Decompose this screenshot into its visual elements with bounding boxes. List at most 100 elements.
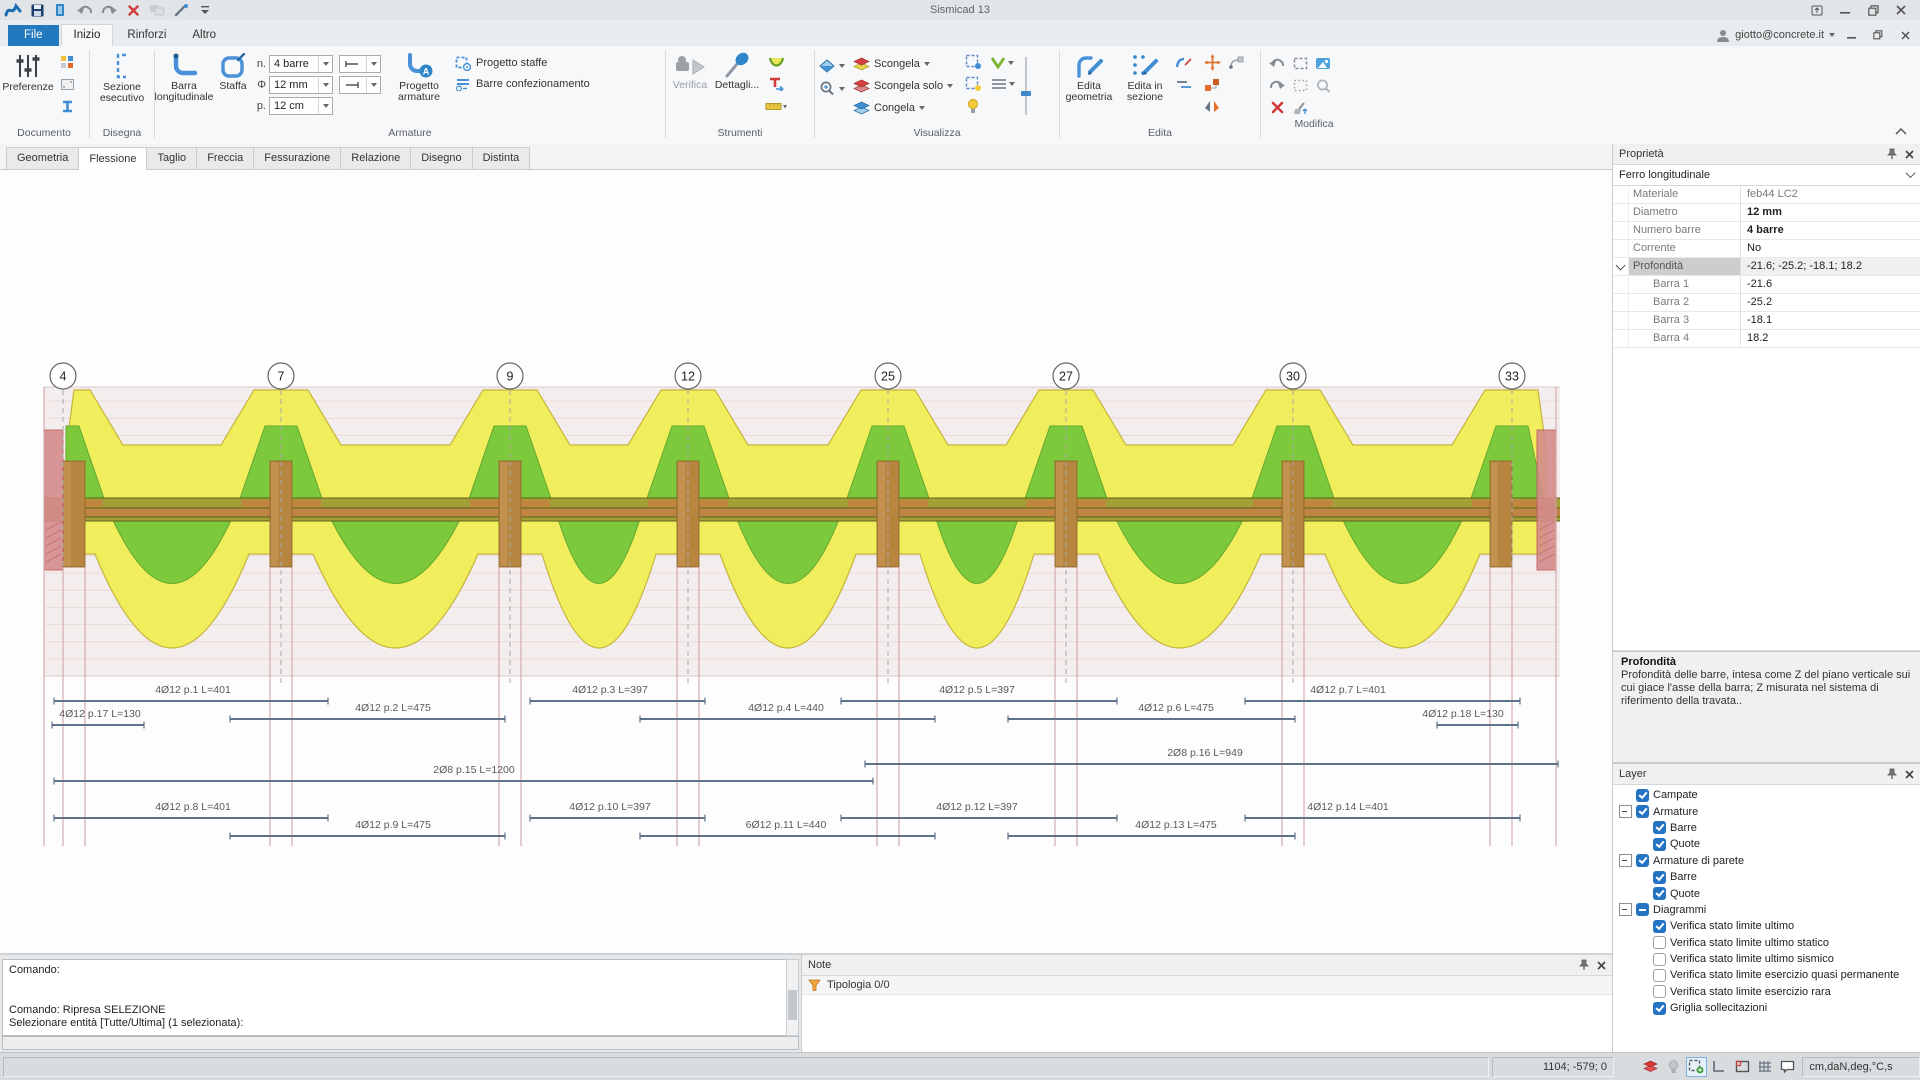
redo-edit-button[interactable]	[1266, 75, 1288, 96]
show-all-button[interactable]	[962, 97, 984, 115]
layer-item[interactable]: Barre	[1613, 820, 1920, 836]
dettagli-button[interactable]: Dettagli...	[713, 49, 761, 91]
layer-item[interactable]: Griglia sollecitazioni	[1613, 1000, 1920, 1016]
shade-mode-button[interactable]	[816, 57, 850, 75]
minimize-button[interactable]	[1832, 2, 1858, 18]
close-icon[interactable]	[1905, 770, 1914, 779]
pin-icon[interactable]	[1579, 959, 1589, 971]
tab-geometria[interactable]: Geometria	[6, 147, 79, 169]
edit-curve-button[interactable]	[1173, 53, 1195, 71]
property-value[interactable]: -25.2	[1741, 294, 1920, 311]
property-row[interactable]: Barra 1-21.6	[1613, 276, 1920, 294]
expand-toggle-icon[interactable]	[1619, 805, 1632, 818]
layer-checkbox[interactable]	[1653, 871, 1666, 884]
palette-button[interactable]	[56, 53, 78, 71]
tab-inizio[interactable]: Inizio	[61, 24, 114, 46]
scongela-button[interactable]: Scongela	[850, 53, 956, 74]
tab-flessione[interactable]: Flessione	[78, 147, 147, 170]
layer-checkbox[interactable]	[1653, 821, 1666, 834]
command-scrollbar[interactable]	[786, 959, 799, 1036]
text-arrow-button[interactable]	[765, 75, 787, 93]
undo-edit-button[interactable]	[1266, 53, 1288, 74]
anchor-start-combo[interactable]	[339, 55, 381, 73]
zoom-window-button[interactable]	[1312, 75, 1334, 96]
qat-more-button[interactable]	[196, 2, 214, 18]
offset-lines-button[interactable]	[1173, 75, 1195, 93]
combo-arrow-icon[interactable]	[366, 77, 380, 93]
ruler-button[interactable]	[765, 97, 787, 115]
property-value[interactable]: -21.6; -25.2; -18.1; 18.2	[1741, 258, 1920, 275]
tab-freccia[interactable]: Freccia	[196, 147, 254, 169]
drawing-canvas[interactable]: 47912252730334Ø12 p.1 L=4014Ø12 p.17 L=1…	[0, 170, 1612, 953]
staffa-button[interactable]: Staffa	[212, 49, 254, 92]
combo-arrow-icon[interactable]	[318, 77, 332, 93]
envelope-visibility-button[interactable]	[988, 53, 1018, 71]
layer-checkbox[interactable]	[1653, 887, 1666, 900]
layer-checkbox[interactable]	[1653, 1002, 1666, 1015]
edita-geometria-button[interactable]: Edita geometria	[1061, 49, 1117, 103]
command-input[interactable]	[2, 1036, 799, 1050]
collapse-chevron-icon[interactable]	[1616, 261, 1626, 271]
combo-arrow-icon[interactable]	[366, 56, 380, 72]
expand-toggle-icon[interactable]	[1619, 854, 1632, 867]
edita-in-sezione-button[interactable]: Edita in sezione	[1117, 49, 1173, 103]
property-row[interactable]: Numero barre4 barre	[1613, 222, 1920, 240]
envelope-check-button[interactable]	[765, 53, 787, 71]
doc-restore-button[interactable]	[1867, 27, 1889, 43]
tab-relazione[interactable]: Relazione	[340, 147, 411, 169]
select-fence-button[interactable]	[1289, 75, 1311, 96]
account-area[interactable]: giotto@concrete.it	[1716, 27, 1920, 46]
entity-type-selector[interactable]: Ferro longitudinale	[1613, 165, 1920, 186]
pin-icon[interactable]	[1887, 148, 1897, 160]
layer-checkbox[interactable]	[1636, 789, 1649, 802]
verifica-button[interactable]: Verifica	[667, 49, 713, 91]
property-row[interactable]: Barra 418.2	[1613, 330, 1920, 348]
close-icon[interactable]	[1905, 150, 1914, 159]
viewport-button[interactable]	[1732, 1057, 1753, 1077]
layer-item[interactable]: Barre	[1613, 869, 1920, 885]
select-window-button[interactable]	[1289, 53, 1311, 74]
property-value[interactable]: 18.2	[1741, 330, 1920, 347]
congela-button[interactable]: Congela	[850, 97, 956, 118]
combo-arrow-icon[interactable]	[318, 56, 332, 72]
clean-regen-button[interactable]	[1289, 97, 1311, 118]
undo-button[interactable]	[76, 2, 94, 18]
delete-button[interactable]	[124, 2, 142, 18]
layer-item[interactable]: Quote	[1613, 836, 1920, 852]
numero-barre-combo[interactable]: 4 barre	[269, 55, 333, 73]
layer-checkbox[interactable]	[1653, 920, 1666, 933]
ribbon-pin-button[interactable]	[1804, 2, 1830, 18]
progetto-armature-button[interactable]: A Progetto armature	[391, 49, 447, 103]
layer-item[interactable]: Verifica stato limite esercizio rara	[1613, 984, 1920, 1000]
add-to-selection-button[interactable]	[1686, 1057, 1707, 1077]
sezione-esecutivo-button[interactable]: Sezione esecutivo	[94, 49, 150, 104]
progetto-staffe-button[interactable]: Progetto staffe	[455, 53, 590, 73]
layer-item[interactable]: Verifica stato limite ultimo sismico	[1613, 951, 1920, 967]
layer-checkbox[interactable]	[1653, 936, 1666, 949]
tab-file[interactable]: File	[8, 25, 59, 46]
layer-checkbox[interactable]	[1653, 953, 1666, 966]
anchor-end-combo[interactable]	[339, 76, 381, 94]
line-weight-button[interactable]	[988, 75, 1018, 93]
property-value[interactable]: 12 mm	[1741, 204, 1920, 221]
screenshot-button[interactable]	[1312, 53, 1334, 74]
diametro-combo[interactable]: 12 mm	[269, 76, 333, 94]
ucs-axes-button[interactable]	[1709, 1057, 1730, 1077]
annotation-button[interactable]	[1777, 1057, 1798, 1077]
redo-button[interactable]	[100, 2, 118, 18]
reconnect-button[interactable]	[1225, 53, 1247, 71]
command-history[interactable]: Comando: Comando: Ripresa SELEZIONESelez…	[2, 959, 787, 1036]
property-value[interactable]: -21.6	[1741, 276, 1920, 293]
layer-item[interactable]: Armature di parete	[1613, 853, 1920, 869]
hide-selection-button[interactable]	[962, 75, 984, 93]
close-icon[interactable]	[1597, 961, 1606, 970]
layer-item[interactable]: Verifica stato limite ultimo statico	[1613, 935, 1920, 951]
ibeam-profile-button[interactable]	[56, 97, 78, 115]
layer-item[interactable]: Quote	[1613, 885, 1920, 901]
property-row[interactable]: Profondità-21.6; -25.2; -18.1; 18.2	[1613, 258, 1920, 276]
tab-taglio[interactable]: Taglio	[146, 147, 197, 169]
layer-item[interactable]: Diagrammi	[1613, 902, 1920, 918]
property-value[interactable]: -18.1	[1741, 312, 1920, 329]
property-value[interactable]: 4 barre	[1741, 222, 1920, 239]
property-row[interactable]: Barra 2-25.2	[1613, 294, 1920, 312]
